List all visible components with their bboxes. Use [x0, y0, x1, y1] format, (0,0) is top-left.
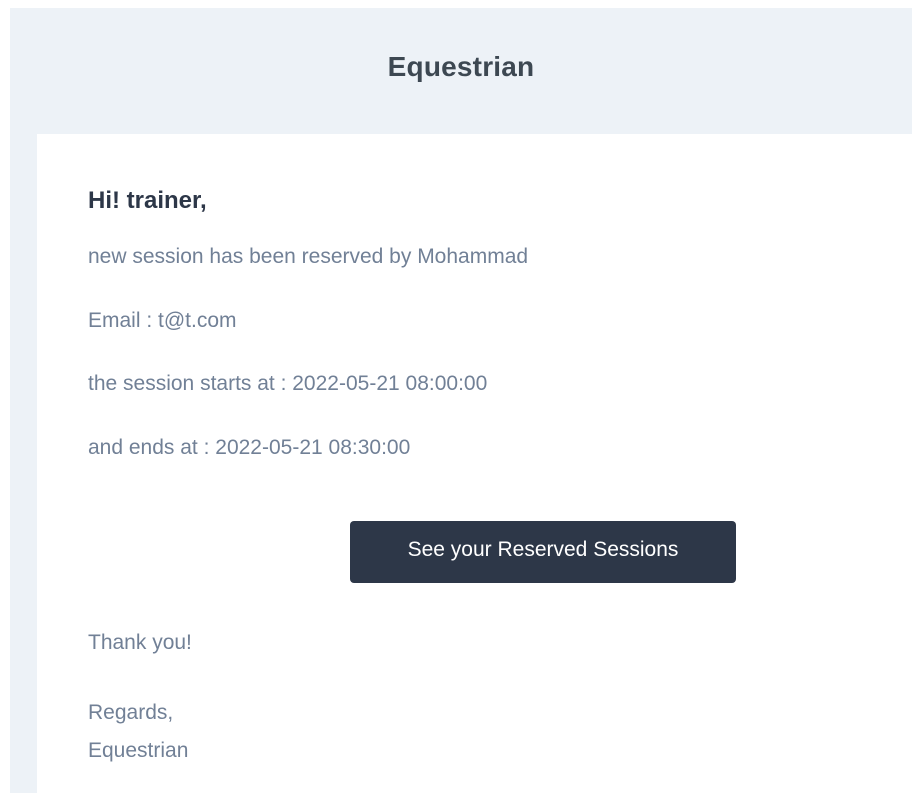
- signoff: Regards, Equestrian: [88, 694, 188, 770]
- regards-text: Regards,: [88, 701, 174, 724]
- brand-link[interactable]: Equestrian: [388, 51, 535, 83]
- email-wrapper: Equestrian Hi! trainer, new session has …: [10, 8, 912, 793]
- email-text: Email : t@t.com: [88, 309, 237, 332]
- session-end-text: and ends at : 2022-05-21 08:30:00: [88, 436, 411, 459]
- greeting-heading: Hi! trainer,: [88, 187, 207, 214]
- email-header: Equestrian: [10, 8, 912, 134]
- reserved-by-text: new session has been reserved by Mohamma…: [88, 245, 529, 268]
- signature-text: Equestrian: [88, 739, 189, 762]
- thank-you-text: Thank you!: [88, 631, 192, 654]
- email-body-card: Hi! trainer, new session has been reserv…: [37, 134, 912, 793]
- session-start-text: the session starts at : 2022-05-21 08:00…: [88, 372, 488, 395]
- see-reserved-sessions-button[interactable]: See your Reserved Sessions: [350, 521, 736, 583]
